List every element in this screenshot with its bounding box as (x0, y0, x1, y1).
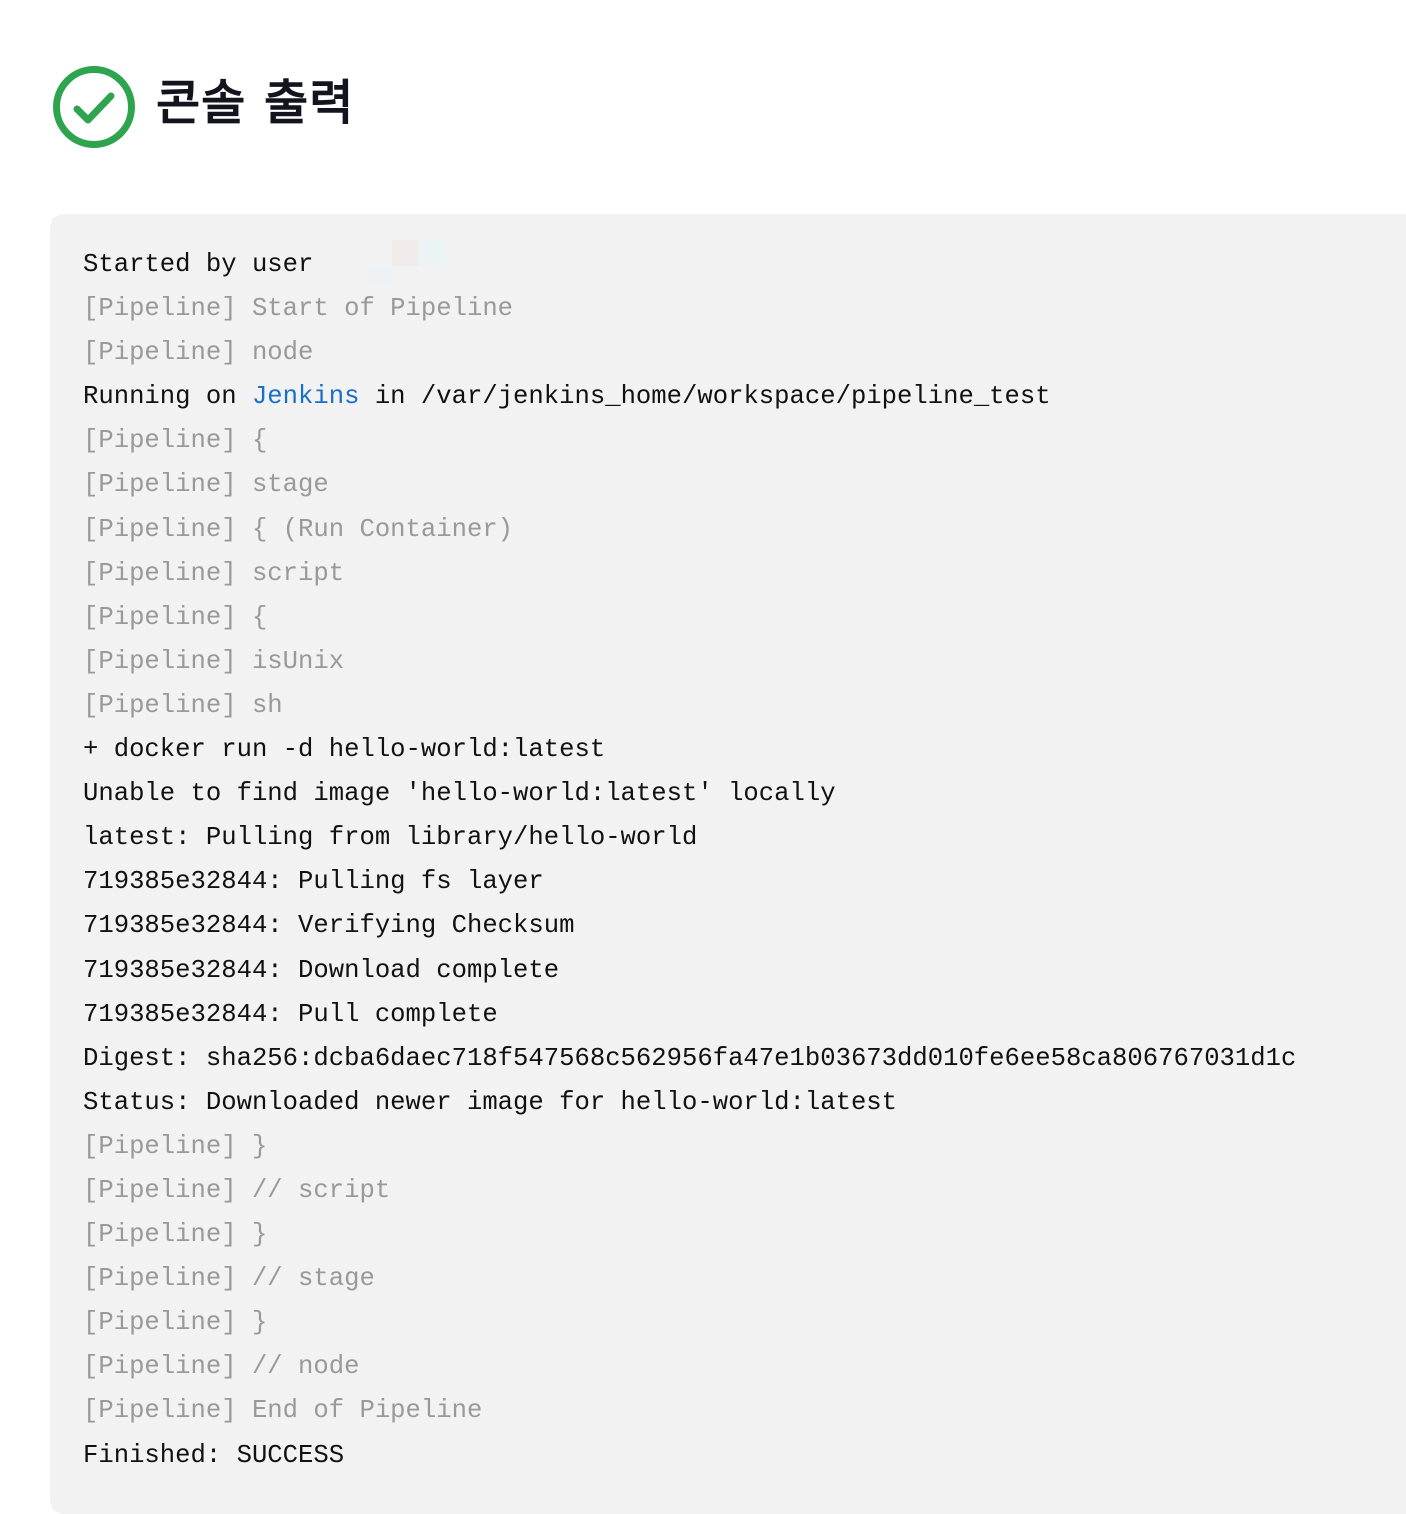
console-line: 719385e32844: Pulling fs layer (83, 867, 544, 897)
console-line-pipeline: [Pipeline] // stage (83, 1264, 375, 1294)
console-line: Unable to find image 'hello-world:latest… (83, 779, 836, 809)
console-line: Running on Jenkins in /var/jenkins_home/… (83, 375, 1406, 419)
console-line: + docker run -d hello-world:latest (83, 735, 606, 765)
console-line-pipeline: [Pipeline] } (83, 1131, 268, 1161)
console-line-pipeline: [Pipeline] } (83, 1220, 268, 1250)
console-output: Started by user [Pipeline] Start of Pipel… (50, 214, 1406, 1514)
console-line: Status: Downloaded newer image for hello… (83, 1087, 898, 1117)
page-header: 콘솔 출력 (52, 64, 354, 150)
console-line-pipeline: [Pipeline] // script (83, 1175, 391, 1205)
console-line-pipeline: [Pipeline] { (Run Container) (83, 514, 514, 544)
console-text: Running on (83, 382, 252, 412)
console-line-pipeline: [Pipeline] // node (83, 1352, 360, 1382)
console-line: Digest: sha256:dcba6daec718f547568c56295… (83, 1043, 1297, 1073)
console-line-pipeline: [Pipeline] script (83, 558, 345, 588)
check-circle-icon (53, 66, 135, 148)
console-line-pipeline: [Pipeline] stage (83, 470, 329, 500)
console-line: 719385e32844: Verifying Checksum (83, 911, 575, 941)
console-line-pipeline: [Pipeline] isUnix (83, 646, 345, 676)
console-line-pipeline: [Pipeline] End of Pipeline (83, 1396, 483, 1426)
console-line-pipeline: [Pipeline] { (83, 602, 268, 632)
console-line-pipeline: [Pipeline] node (83, 338, 314, 368)
console-line-pipeline: [Pipeline] { (83, 426, 268, 456)
console-text: in /var/jenkins_home/workspace/pipeline_… (359, 382, 1051, 412)
console-line-pipeline: [Pipeline] Start of Pipeline (83, 294, 514, 324)
console-line: Started by user (83, 250, 314, 279)
node-link-jenkins[interactable]: Jenkins (252, 382, 360, 411)
console-line: 719385e32844: Pull complete (83, 999, 498, 1029)
console-line: Finished: SUCCESS (83, 1440, 345, 1470)
console-line-pipeline: [Pipeline] } (83, 1308, 268, 1338)
page-title: 콘솔 출력 (156, 75, 355, 131)
console-line: 719385e32844: Download complete (83, 955, 560, 985)
console-line: latest: Pulling from library/hello-world (83, 823, 698, 853)
console-line-pipeline: [Pipeline] sh (83, 690, 283, 720)
